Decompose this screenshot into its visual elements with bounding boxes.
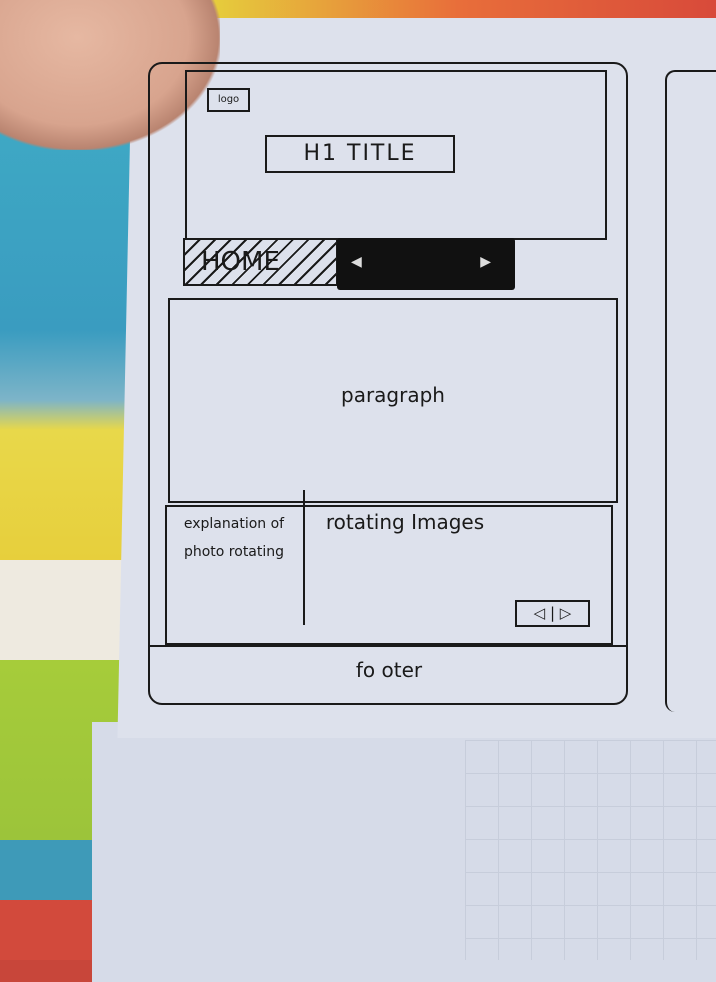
grid-paper — [465, 740, 716, 960]
photo-explanation: explanation of photo rotating — [165, 490, 305, 625]
next-button[interactable]: ▷ — [560, 604, 572, 622]
logo[interactable]: logo — [207, 88, 250, 112]
triangle-right-icon[interactable]: ▶ — [480, 254, 491, 270]
nav-bar[interactable]: ◀ ▶ — [337, 238, 515, 290]
prev-button[interactable]: ◁ — [534, 604, 546, 622]
page-title: H1 TITLE — [265, 135, 455, 173]
slideshow-controls[interactable]: ◁ | ▷ — [515, 600, 590, 627]
footer-divider — [150, 645, 628, 647]
paragraph-region: paragraph — [168, 298, 618, 503]
triangle-left-icon[interactable]: ◀ — [351, 254, 362, 270]
nav-home[interactable]: HOME — [183, 238, 338, 286]
footer: fo oter — [355, 658, 423, 682]
next-wireframe-partial — [665, 70, 716, 712]
rotating-images: rotating Images — [325, 510, 485, 534]
